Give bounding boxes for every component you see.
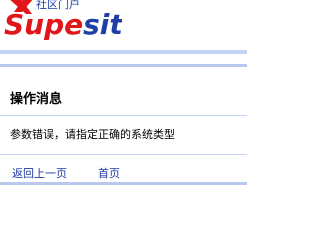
header-divider: [0, 50, 247, 54]
message-box: 操作消息 参数错误，请指定正确的系统类型 返回上一页 首页: [0, 64, 247, 185]
logo-brand-part2: site: [83, 8, 122, 40]
logo-brand-part1: Supe: [4, 8, 83, 40]
back-link[interactable]: 返回上一页: [12, 165, 67, 181]
title-divider: [0, 115, 247, 116]
svg-text:Supesite: Supesite: [4, 8, 122, 40]
message-title: 操作消息: [10, 92, 63, 107]
message-text: 参数错误，请指定正确的系统类型: [10, 128, 175, 141]
message-divider: [0, 154, 247, 155]
site-header: 社区门户 Supesite: [0, 0, 247, 50]
supesite-logo[interactable]: 社区门户 Supesite: [2, 0, 122, 40]
home-link[interactable]: 首页: [98, 165, 120, 181]
